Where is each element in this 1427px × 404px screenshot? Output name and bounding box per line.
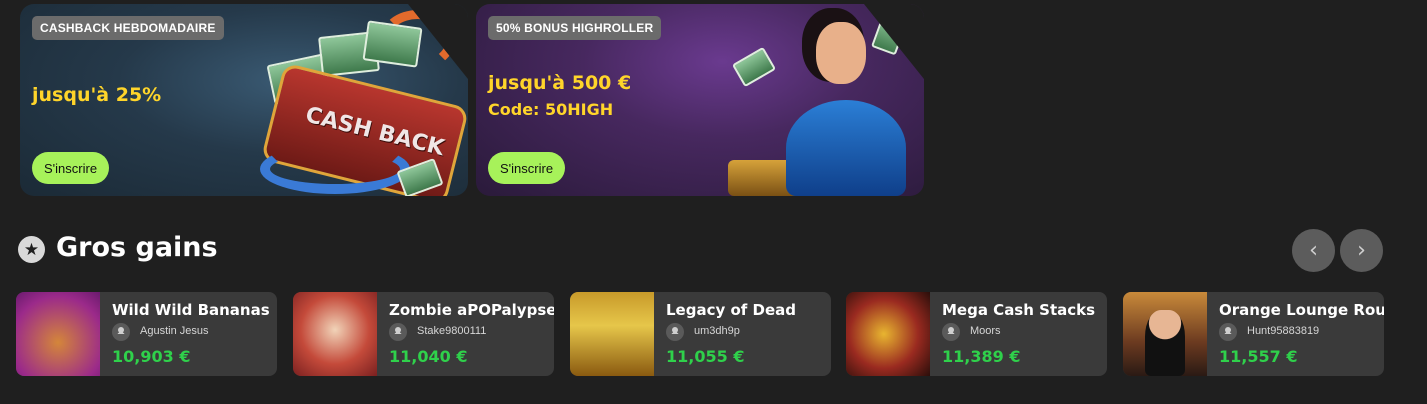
chevron-left-icon: ‹	[1309, 238, 1318, 263]
big-win-card[interactable]: Mega Cash Stacks Moors 11,389 €	[846, 292, 1107, 376]
big-win-card[interactable]: Orange Lounge Roule Hunt95883819 11,557 …	[1123, 292, 1384, 376]
game-name[interactable]: Mega Cash Stacks	[942, 301, 1095, 319]
win-amount: 11,389 €	[942, 347, 1021, 366]
promo-code: Code: 50HIGH	[488, 100, 614, 119]
carousel-prev-button[interactable]: ‹	[1292, 229, 1335, 272]
hostess-head-graphic	[816, 22, 866, 84]
game-thumbnail[interactable]	[570, 292, 654, 376]
game-name[interactable]: Orange Lounge Roule	[1219, 301, 1384, 319]
user-icon	[389, 323, 407, 341]
player-name: Hunt95883819	[1247, 325, 1320, 337]
signup-button[interactable]: S'inscrire	[32, 152, 110, 184]
carousel-next-button[interactable]: ›	[1340, 229, 1383, 272]
promo-badge: CASHBACK HEBDOMADAIRE	[32, 16, 224, 40]
player-name: Agustin Jesus	[140, 325, 209, 337]
game-name[interactable]: Legacy of Dead	[666, 301, 796, 319]
promo-title: jusqu'à 25%	[32, 84, 162, 106]
win-amount: 11,557 €	[1219, 347, 1298, 366]
win-amount: 10,903 €	[112, 347, 191, 366]
chevron-right-icon: ›	[1357, 238, 1366, 263]
game-name[interactable]: Wild Wild Bananas	[112, 301, 270, 319]
blue-arrow-graphic	[260, 144, 410, 194]
user-icon	[1219, 323, 1237, 341]
big-win-card[interactable]: Wild Wild Bananas Agustin Jesus 10,903 €	[16, 292, 277, 376]
banknote-graphic	[362, 20, 423, 68]
big-win-card[interactable]: Legacy of Dead um3dh9p 11,055 €	[570, 292, 831, 376]
player-name: Stake9800111	[417, 325, 487, 337]
player-name: um3dh9p	[694, 325, 740, 337]
game-thumbnail[interactable]	[846, 292, 930, 376]
win-amount: 11,055 €	[666, 347, 745, 366]
game-name[interactable]: Zombie aPOPalypse	[389, 301, 554, 319]
promo-card-cashback[interactable]: CASH BACK CASHBACK HEBDOMADAIRE jusqu'à …	[20, 4, 468, 196]
user-icon	[666, 323, 684, 341]
user-icon	[112, 323, 130, 341]
blue-dress-graphic	[786, 100, 906, 196]
user-icon	[942, 323, 960, 341]
star-icon: ★	[18, 236, 45, 263]
player-name: Moors	[970, 325, 1001, 337]
promo-card-highroller[interactable]: 50% BONUS HIGHROLLER jusqu'à 500 € Code:…	[476, 4, 924, 196]
game-thumbnail[interactable]	[1123, 292, 1207, 376]
win-amount: 11,040 €	[389, 347, 468, 366]
promo-badge: 50% BONUS HIGHROLLER	[488, 16, 662, 40]
big-win-card[interactable]: Zombie aPOPalypse Stake9800111 11,040 €	[293, 292, 554, 376]
dealer-graphic	[1145, 310, 1185, 376]
section-title: Gros gains	[56, 232, 218, 263]
signup-button[interactable]: S'inscrire	[488, 152, 566, 184]
game-thumbnail[interactable]	[293, 292, 377, 376]
promo-title: jusqu'à 500 €	[488, 72, 632, 94]
game-thumbnail[interactable]	[16, 292, 100, 376]
